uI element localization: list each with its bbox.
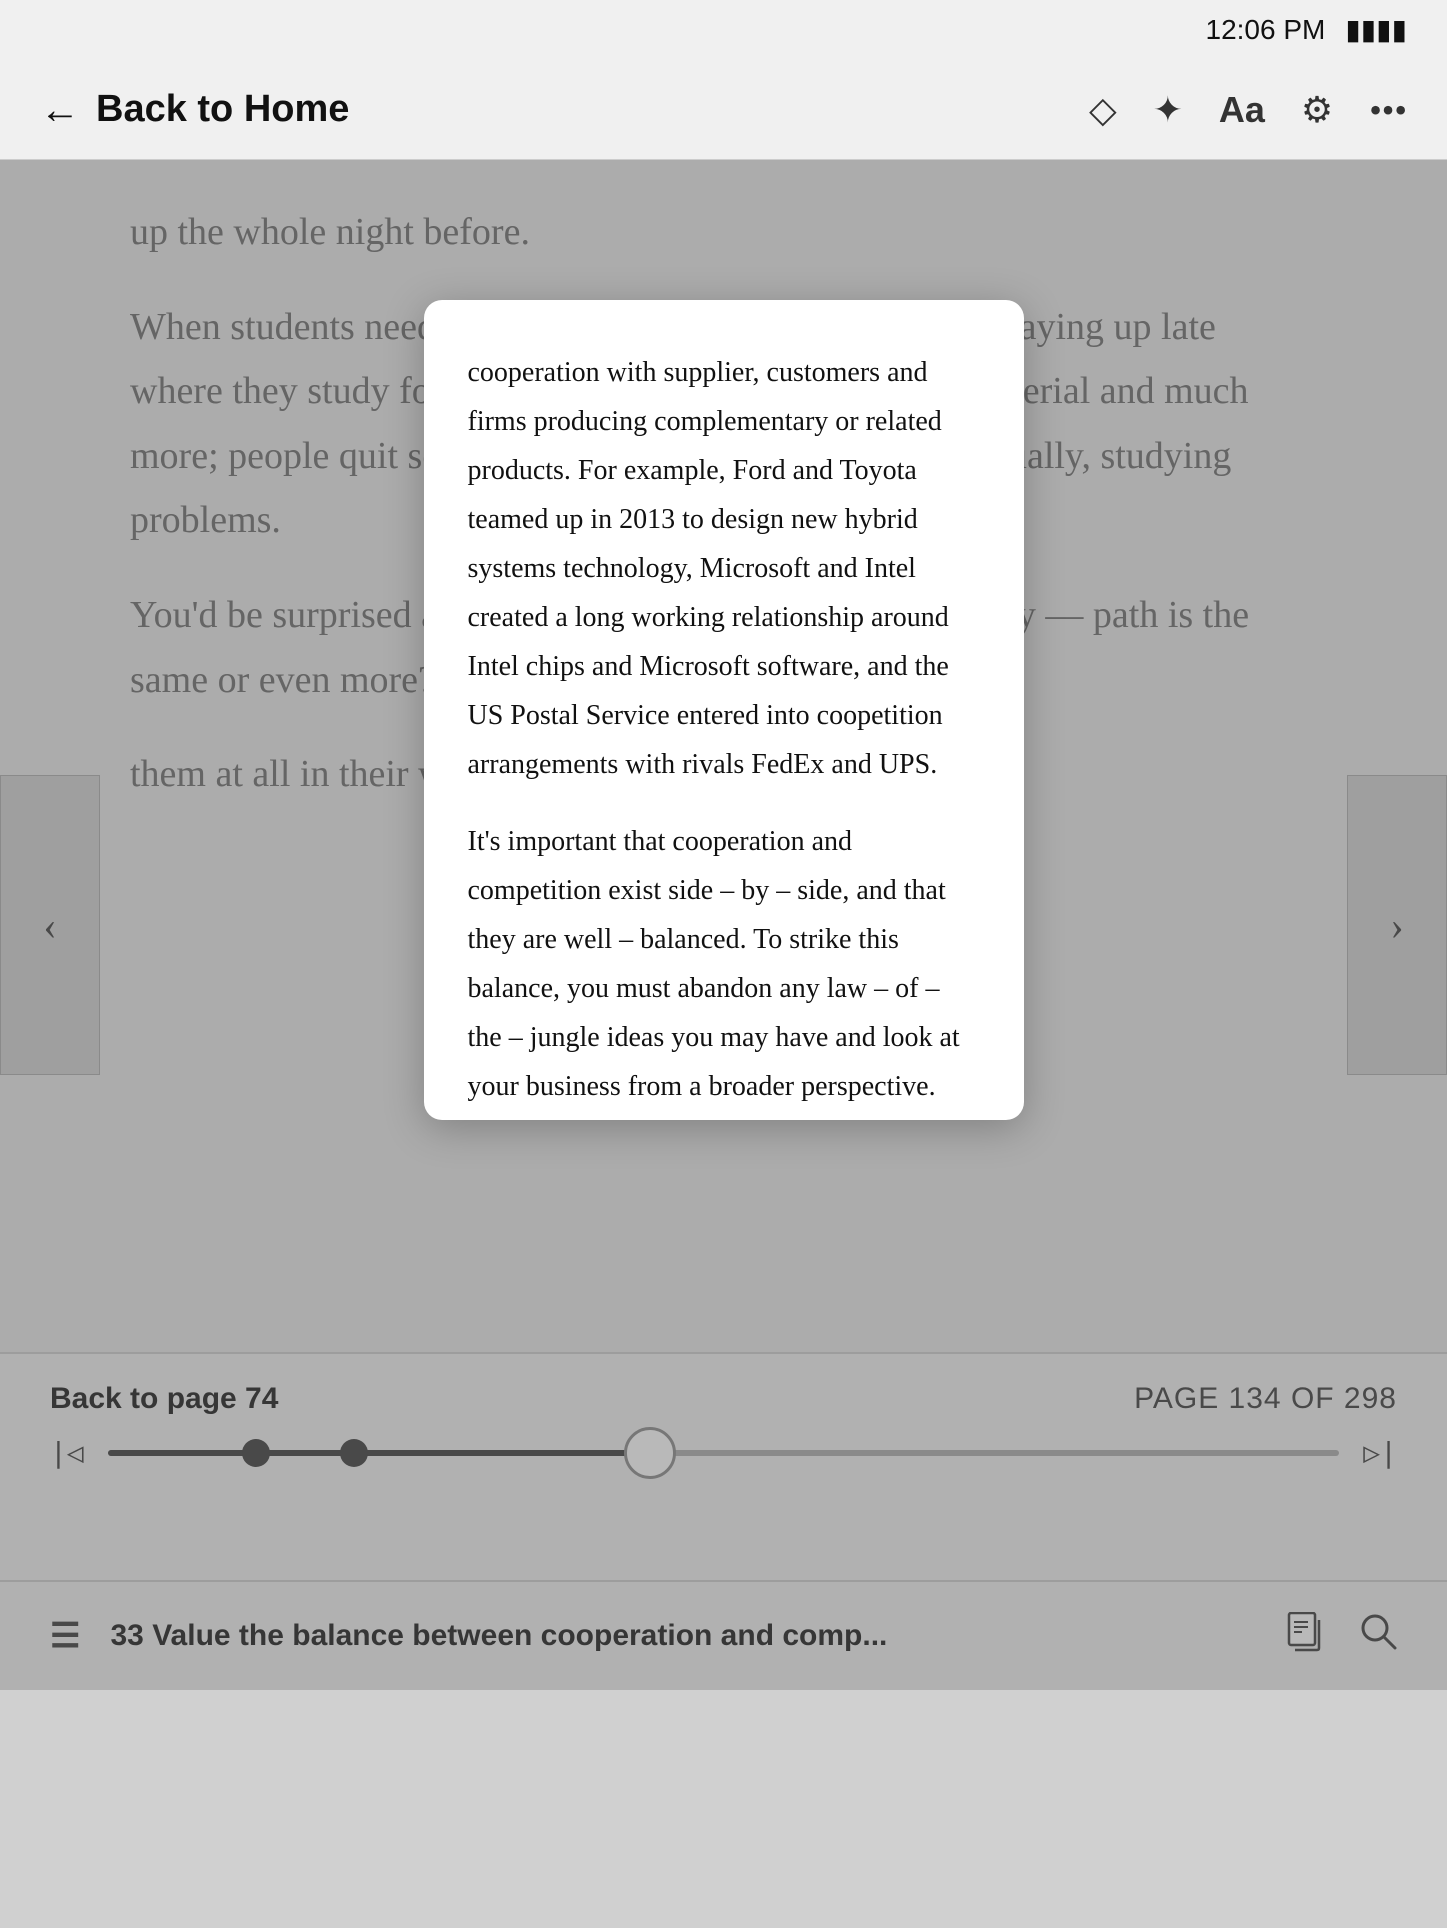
nav-bar: ← Back to Home ◇ ✦ Aa ⚙ ••• bbox=[0, 60, 1447, 160]
status-time: 12:06 PM bbox=[1206, 14, 1326, 46]
nav-right: ◇ ✦ Aa ⚙ ••• bbox=[1089, 89, 1407, 131]
modal-card: cooperation with supplier, customers and… bbox=[424, 300, 1024, 1120]
settings-icon[interactable]: ⚙ bbox=[1301, 89, 1333, 131]
more-icon[interactable]: ••• bbox=[1369, 89, 1407, 131]
brightness-icon[interactable]: ✦ bbox=[1153, 89, 1183, 131]
nav-left: ← Back to Home bbox=[40, 86, 1089, 133]
font-size-icon[interactable]: Aa bbox=[1219, 89, 1265, 131]
modal-para-1: cooperation with supplier, customers and… bbox=[468, 348, 980, 789]
modal-para-2: It's important that cooperation and comp… bbox=[468, 817, 980, 1120]
modal-text: cooperation with supplier, customers and… bbox=[468, 348, 980, 1120]
bookmark-icon[interactable]: ◇ bbox=[1089, 89, 1117, 131]
battery-icon: ▮▮▮▮ bbox=[1345, 13, 1407, 47]
modal-overlay[interactable]: cooperation with supplier, customers and… bbox=[0, 160, 1447, 1690]
back-arrow-icon[interactable]: ← bbox=[40, 86, 80, 133]
status-bar: 12:06 PM ▮▮▮▮ bbox=[0, 0, 1447, 60]
reader-area: up the whole night before. When students… bbox=[0, 160, 1447, 1690]
nav-title[interactable]: Back to Home bbox=[96, 88, 349, 131]
